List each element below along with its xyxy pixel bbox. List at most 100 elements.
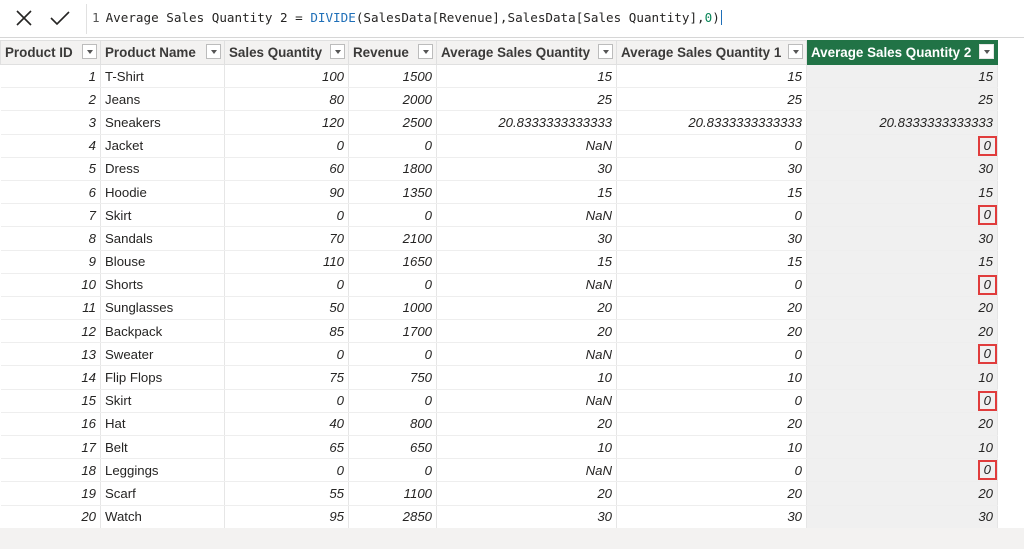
table-cell[interactable]: 7 bbox=[0, 203, 101, 228]
filter-dropdown-icon[interactable] bbox=[206, 44, 221, 59]
column-header-average-sales-quantity-2[interactable]: Average Sales Quantity 2 bbox=[806, 40, 998, 65]
table-cell[interactable]: 100 bbox=[224, 64, 349, 89]
table-cell[interactable]: 15 bbox=[806, 250, 998, 274]
table-cell[interactable]: 10 bbox=[0, 273, 101, 297]
table-cell[interactable]: 20 bbox=[616, 412, 807, 437]
table-row[interactable]: 3 Sneakers 120 2500 20.8333333333333 20.83333… bbox=[0, 110, 998, 135]
table-cell[interactable]: 5 bbox=[0, 157, 101, 181]
table-cell[interactable]: 20 bbox=[436, 412, 617, 437]
table-cell[interactable]: 0 bbox=[348, 203, 437, 228]
table-cell[interactable]: 0 bbox=[348, 458, 437, 483]
table-cell[interactable]: NaN bbox=[436, 203, 617, 228]
table-cell[interactable]: 30 bbox=[616, 505, 807, 529]
table-row[interactable]: 11 Sunglasses 50 1000 20 20 20 bbox=[0, 296, 998, 321]
table-cell[interactable]: 60 bbox=[224, 157, 349, 181]
table-cell[interactable]: 13 bbox=[0, 342, 101, 367]
table-cell[interactable]: Backpack bbox=[100, 319, 225, 344]
filter-dropdown-icon[interactable] bbox=[418, 44, 433, 59]
table-cell[interactable]: 15 bbox=[436, 180, 617, 205]
table-cell[interactable]: Skirt bbox=[100, 389, 225, 413]
table-row[interactable]: 4 Jacket 0 0 NaN 0 0 bbox=[0, 134, 998, 158]
filter-dropdown-icon[interactable] bbox=[598, 44, 613, 59]
table-cell[interactable]: 1 bbox=[0, 64, 101, 89]
table-cell[interactable]: 0 bbox=[224, 342, 349, 367]
filter-dropdown-icon[interactable] bbox=[330, 44, 345, 59]
table-cell[interactable]: 2500 bbox=[348, 110, 437, 135]
table-cell[interactable]: Sneakers bbox=[100, 110, 225, 135]
table-row[interactable]: 20 Watch 95 2850 30 30 30 bbox=[0, 505, 998, 529]
table-cell[interactable]: 2100 bbox=[348, 226, 437, 251]
column-header-sales-quantity[interactable]: Sales Quantity bbox=[224, 40, 349, 65]
table-cell[interactable]: 85 bbox=[224, 319, 349, 344]
table-cell[interactable]: Sweater bbox=[100, 342, 225, 367]
table-cell[interactable]: 80 bbox=[224, 87, 349, 112]
column-header-product-id[interactable]: Product ID bbox=[0, 40, 101, 65]
table-cell[interactable]: 20 bbox=[436, 296, 617, 321]
table-cell[interactable]: Jeans bbox=[100, 87, 225, 112]
table-cell[interactable]: Dress bbox=[100, 157, 225, 181]
table-cell[interactable]: Sunglasses bbox=[100, 296, 225, 321]
table-cell[interactable]: 30 bbox=[436, 226, 617, 251]
table-cell[interactable]: 25 bbox=[436, 87, 617, 112]
table-cell[interactable]: 1350 bbox=[348, 180, 437, 205]
table-cell[interactable]: 30 bbox=[616, 157, 807, 181]
table-cell[interactable]: 0 bbox=[348, 389, 437, 413]
table-cell[interactable]: 25 bbox=[616, 87, 807, 112]
table-cell[interactable]: 12 bbox=[0, 319, 101, 344]
table-cell[interactable]: 10 bbox=[616, 365, 807, 390]
table-cell[interactable]: 0 bbox=[616, 273, 807, 297]
table-row[interactable]: 2 Jeans 80 2000 25 25 25 bbox=[0, 87, 998, 112]
table-cell[interactable]: 0 bbox=[616, 342, 807, 367]
table-row[interactable]: 1 T-Shirt 100 1500 15 15 15 bbox=[0, 64, 998, 89]
table-cell[interactable]: 20 bbox=[616, 296, 807, 321]
table-cell[interactable]: Sandals bbox=[100, 226, 225, 251]
table-cell[interactable]: 2000 bbox=[348, 87, 437, 112]
table-cell[interactable]: 0 bbox=[348, 342, 437, 367]
table-cell[interactable]: 15 bbox=[0, 389, 101, 413]
table-cell[interactable]: 15 bbox=[616, 250, 807, 274]
table-cell[interactable]: 16 bbox=[0, 412, 101, 437]
table-cell[interactable]: 9 bbox=[0, 250, 101, 274]
table-cell[interactable]: 0 bbox=[348, 273, 437, 297]
table-cell[interactable]: 25 bbox=[806, 87, 998, 112]
table-cell[interactable]: 30 bbox=[616, 226, 807, 251]
table-row[interactable]: 17 Belt 65 650 10 10 10 bbox=[0, 435, 998, 460]
table-cell[interactable]: 19 bbox=[0, 481, 101, 506]
table-cell[interactable]: 110 bbox=[224, 250, 349, 274]
table-cell[interactable]: 50 bbox=[224, 296, 349, 321]
column-header-average-sales-quantity[interactable]: Average Sales Quantity bbox=[436, 40, 617, 65]
table-cell[interactable]: 17 bbox=[0, 435, 101, 460]
table-cell[interactable]: 10 bbox=[806, 435, 998, 460]
table-cell[interactable]: 10 bbox=[616, 435, 807, 460]
table-cell[interactable]: 650 bbox=[348, 435, 437, 460]
table-cell[interactable]: 0 bbox=[806, 458, 998, 483]
table-cell[interactable]: 750 bbox=[348, 365, 437, 390]
table-cell[interactable]: 18 bbox=[0, 458, 101, 483]
table-cell[interactable]: Hat bbox=[100, 412, 225, 437]
table-cell[interactable]: 0 bbox=[806, 273, 998, 297]
table-cell[interactable]: Blouse bbox=[100, 250, 225, 274]
table-cell[interactable]: NaN bbox=[436, 134, 617, 158]
table-cell[interactable]: Jacket bbox=[100, 134, 225, 158]
table-cell[interactable]: 20 bbox=[806, 319, 998, 344]
table-row[interactable]: 15 Skirt 0 0 NaN 0 0 bbox=[0, 389, 998, 413]
formula-input[interactable]: 1 Average Sales Quantity 2 = DIVIDE(Sales… bbox=[92, 10, 722, 25]
table-cell[interactable]: 15 bbox=[806, 64, 998, 89]
table-row[interactable]: 7 Skirt 0 0 NaN 0 0 bbox=[0, 203, 998, 228]
filter-dropdown-icon[interactable] bbox=[82, 44, 97, 59]
table-row[interactable]: 16 Hat 40 800 20 20 20 bbox=[0, 412, 998, 437]
column-header-average-sales-quantity-1[interactable]: Average Sales Quantity 1 bbox=[616, 40, 807, 65]
table-row[interactable]: 9 Blouse 110 1650 15 15 15 bbox=[0, 250, 998, 274]
table-row[interactable]: 14 Flip Flops 75 750 10 10 10 bbox=[0, 365, 998, 390]
table-cell[interactable]: 1100 bbox=[348, 481, 437, 506]
table-row[interactable]: 10 Shorts 0 0 NaN 0 0 bbox=[0, 273, 998, 297]
table-cell[interactable]: 0 bbox=[616, 389, 807, 413]
table-cell[interactable]: 0 bbox=[224, 389, 349, 413]
table-cell[interactable]: 20 bbox=[616, 481, 807, 506]
table-cell[interactable]: Shorts bbox=[100, 273, 225, 297]
table-cell[interactable]: 20 bbox=[0, 505, 101, 529]
table-cell[interactable]: 15 bbox=[806, 180, 998, 205]
table-cell[interactable]: 30 bbox=[806, 505, 998, 529]
table-cell[interactable]: 30 bbox=[806, 226, 998, 251]
table-cell[interactable]: 20 bbox=[436, 319, 617, 344]
